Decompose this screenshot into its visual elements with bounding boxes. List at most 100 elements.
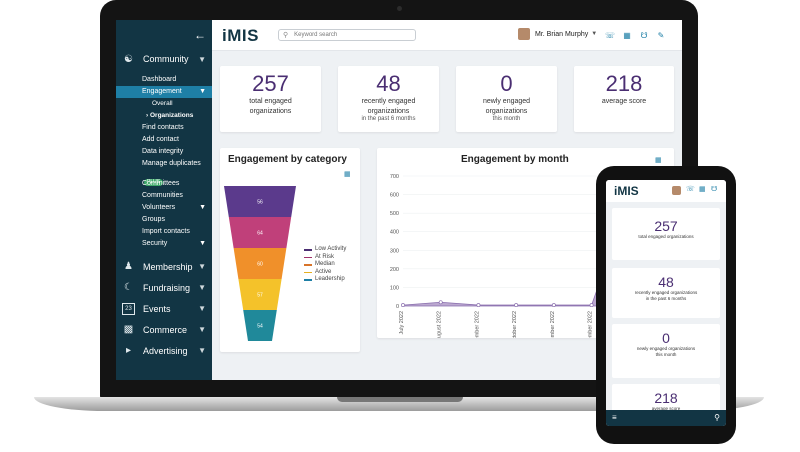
stat-value: 257 (654, 218, 678, 234)
x-tick-label: December 2022 (588, 311, 594, 338)
sidebar-item-engagement[interactable]: Engagement ▼ (116, 86, 212, 98)
x-tick-label: November 2022 (550, 311, 556, 338)
commerce-icon: ▩ (123, 324, 134, 335)
sidebar-item-committees[interactable]: Committees (116, 178, 212, 190)
cart-icon[interactable]: ☋ (639, 30, 649, 40)
fundraising-icon: ☾ (124, 282, 133, 293)
stat-sublabel: in the past 6 months (645, 296, 687, 301)
chart-legend: Low Activity At Risk Median Active Leadershi… (304, 246, 346, 284)
sidebar-item-import-contacts[interactable]: Import contacts (116, 226, 212, 238)
sidebar-item-manage-duplicates[interactable]: Manage duplicates (116, 158, 212, 170)
calendar-icon[interactable]: ▦ (699, 185, 706, 193)
menu-icon[interactable]: ≡ (612, 413, 617, 422)
stat-card: 48 recently engaged organizations in the… (338, 66, 439, 132)
calendar-icon: 23 (122, 302, 135, 315)
chevron-down-icon: ▼ (198, 325, 206, 334)
stat-label: average score (601, 98, 647, 105)
stat-label: newly engaged (482, 98, 531, 105)
laptop-notch (337, 397, 463, 402)
stat-card: 218 average score (574, 66, 674, 132)
stat-value: 0 (662, 330, 670, 346)
search-placeholder: Keyword search (294, 32, 338, 38)
sidebar: ← ☯ Community ▼ Dashboard Engagement ▼ Ov… (116, 20, 212, 380)
chevron-down-icon: ▼ (199, 204, 206, 211)
membership-icon: ♟ (124, 261, 133, 272)
chevron-down-icon: ▼ (591, 31, 598, 37)
data-point (438, 300, 443, 305)
stat-sublabel: this month (492, 116, 521, 122)
sidebar-item-overall[interactable]: Overall (116, 98, 212, 110)
sidebar-item-security[interactable]: Security ▼ (116, 238, 212, 250)
search-icon[interactable]: ⚲ (714, 413, 720, 422)
avatar[interactable] (672, 186, 681, 195)
data-point (401, 303, 405, 308)
sidebar-item-organizations[interactable]: › Organizations (116, 110, 212, 122)
top-bar: iMIS ⚲ Keyword search Mr. Brian Murphy ▼… (212, 20, 682, 51)
user-menu[interactable]: Mr. Brian Murphy ▼ (518, 28, 597, 40)
app-logo[interactable]: iMIS (222, 26, 259, 46)
y-tick-label: 400 (390, 230, 399, 236)
collapse-arrow-icon[interactable]: ← (194, 28, 206, 42)
sidebar-section-community[interactable]: ☯ Community ▼ (116, 50, 212, 68)
calendar-icon[interactable]: ▦ (622, 30, 632, 40)
stat-label: organizations (367, 108, 410, 115)
funnel-value-label: 56 (257, 200, 263, 206)
sidebar-section-commerce[interactable]: ▩ Commerce ▼ (116, 319, 212, 340)
search-input[interactable]: ⚲ Keyword search (278, 29, 416, 41)
legend-item: Leadership (304, 276, 346, 284)
stat-label: organizations (485, 108, 528, 115)
phone-stat-card: 257 total engaged organizations (612, 208, 720, 260)
funnel-value-label: 57 (257, 293, 263, 299)
data-point (514, 303, 519, 308)
sidebar-section-label: Membership (143, 261, 193, 272)
x-tick-label: September 2022 (474, 311, 480, 338)
sidebar-item-label: Security (142, 240, 168, 247)
funnel-value-label: 54 (257, 324, 263, 330)
sidebar-section-label: Advertising (143, 345, 188, 356)
funnel-value-label: 64 (257, 231, 263, 237)
sidebar-item-label: Organizations (149, 112, 194, 119)
y-tick-label: 200 (390, 267, 399, 273)
sidebar-item-volunteers[interactable]: Volunteers ▼ (116, 202, 212, 214)
sidebar-item-communities[interactable]: Communities (116, 190, 212, 202)
stat-sublabel: this month (655, 352, 677, 357)
megaphone-icon: ▸ (125, 345, 132, 356)
stat-value: 257 (252, 71, 289, 96)
y-tick-label: 300 (390, 248, 399, 254)
legend-swatch (304, 279, 312, 281)
sidebar-item-dashboard[interactable]: Dashboard (116, 74, 212, 86)
stat-value: 218 (605, 71, 643, 96)
legend-item: Median (304, 261, 346, 269)
y-tick-label: 600 (390, 193, 399, 199)
badge-row: PLUS (116, 170, 212, 186)
phone-screen: iMIS ☏ ▦ ☋ 257 total engaged organizatio… (606, 180, 726, 426)
edit-icon[interactable]: ✎ (656, 30, 666, 40)
legend-item: Active (304, 269, 346, 277)
stat-label: organizations (249, 108, 292, 115)
sidebar-section-events[interactable]: 23 Events ▼ (116, 298, 212, 319)
headset-icon[interactable]: ☏ (686, 185, 695, 193)
phone-stat-card: 48 recently engaged organizations in the… (612, 268, 720, 318)
y-tick-label: 100 (390, 285, 399, 291)
x-tick-label: July 2022 (399, 311, 405, 335)
chevron-down-icon: ▼ (198, 304, 206, 313)
headset-icon[interactable]: ☏ (605, 30, 615, 40)
data-point (476, 303, 481, 308)
sidebar-section-advertising[interactable]: ▸ Advertising ▼ (116, 340, 212, 361)
sidebar-item-label: Volunteers (142, 204, 176, 211)
phone-logo[interactable]: iMIS (614, 184, 639, 198)
community-icon: ☯ (124, 53, 133, 65)
stat-sublabel: in the past 6 months (361, 116, 416, 122)
sidebar-item-find-contacts[interactable]: Find contacts (116, 122, 212, 134)
sidebar-item-groups[interactable]: Groups (116, 214, 212, 226)
sidebar-item-add-contact[interactable]: Add contact (116, 134, 212, 146)
legend-swatch (304, 264, 312, 266)
sidebar-section-membership[interactable]: ♟ Membership ▼ (116, 256, 212, 277)
stat-card: 257 total engaged organizations (220, 66, 321, 132)
sidebar-section-label: Community (143, 54, 189, 64)
sidebar-section-fundraising[interactable]: ☾ Fundraising ▼ (116, 277, 212, 298)
legend-label: Median (315, 261, 335, 267)
x-tick-label: October 2022 (512, 311, 518, 338)
cart-icon[interactable]: ☋ (711, 185, 717, 193)
sidebar-item-data-integrity[interactable]: Data integrity (116, 146, 212, 158)
